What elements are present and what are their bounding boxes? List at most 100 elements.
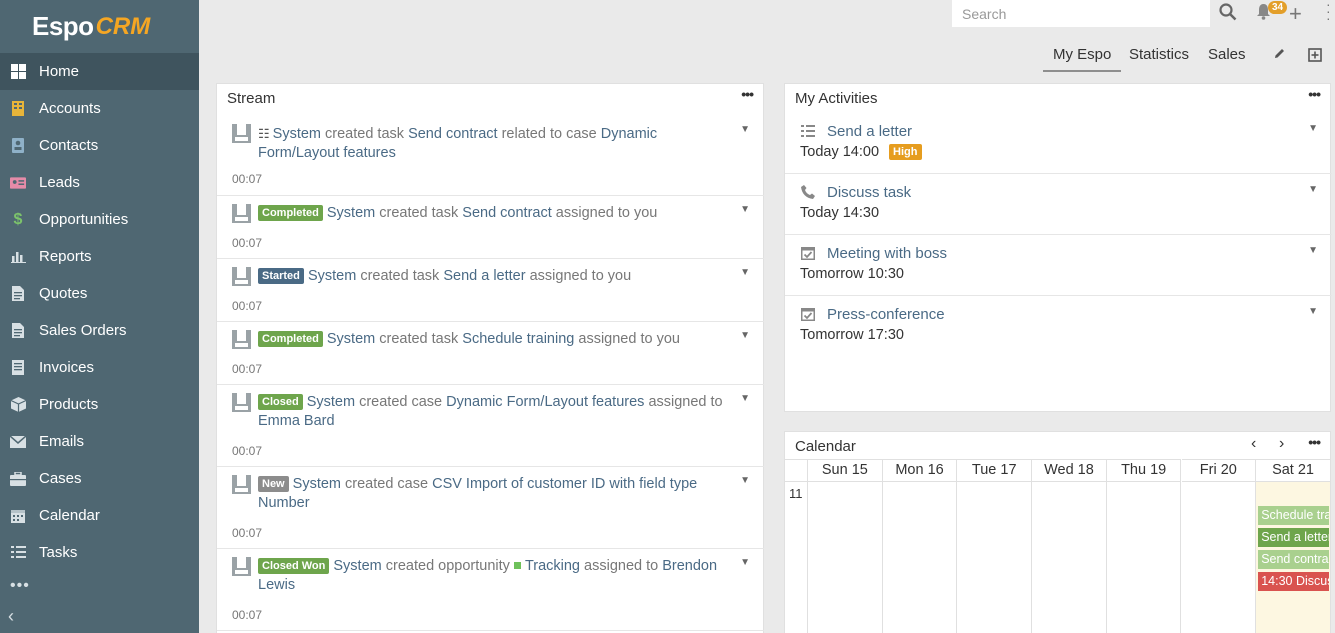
sidebar-item-accounts[interactable]: Accounts [0,90,199,127]
actor-link[interactable]: System [333,558,381,574]
relation-text: assigned to [648,394,723,410]
sidebar-item-reports[interactable]: Reports [0,238,199,275]
calendar-event[interactable]: Send contract [1258,550,1329,569]
sidebar-item-tasks[interactable]: Tasks [0,534,199,571]
chevron-down-icon[interactable]: ▼ [740,267,750,278]
calendar-options-icon[interactable]: ••• [1308,434,1321,450]
logo[interactable]: Espo CRM [0,0,199,53]
activity-time-text: Today 14:30 [800,205,880,221]
chevron-down-icon[interactable]: ▼ [1308,245,1318,256]
collapse-sidebar-icon[interactable]: ‹ [8,606,14,627]
avatar[interactable] [232,475,251,494]
target-link[interactable]: Send a letter [443,268,525,284]
calendar-day-column[interactable] [1032,482,1107,633]
sidebar-item-label: Products [39,396,99,413]
sidebar-item-leads[interactable]: Leads [0,164,199,201]
calendar-day-column[interactable] [883,482,958,633]
sidebar-item-quotes[interactable]: Quotes [0,275,199,312]
target-link[interactable]: Tracking [525,558,580,574]
activities-panel: My Activities ••• Send a letter Today 14:… [784,83,1332,412]
target-link[interactable]: Dynamic Form/Layout features [446,394,644,410]
activity-link[interactable]: Send a letter [827,123,912,140]
edit-dashboard-icon[interactable] [1273,47,1286,63]
avatar[interactable] [232,393,251,412]
chevron-down-icon[interactable]: ▼ [740,124,750,135]
action-text: created task [379,331,459,347]
search-icon[interactable] [1219,3,1237,26]
calendar-event[interactable]: 14:30 Discuss task [1258,572,1329,591]
activity-item: Press-conference Tomorrow 17:30 ▼ [785,296,1332,357]
calendar-day-column[interactable] [1182,482,1257,633]
tab-statistics[interactable]: Statistics [1129,46,1189,72]
sidebar-item-contacts[interactable]: Contacts [0,127,199,164]
chevron-down-icon[interactable]: ▼ [740,393,750,404]
actor-link[interactable]: System [307,394,355,410]
activity-link[interactable]: Press-conference [827,306,945,323]
contact-icon [10,138,26,154]
calendar-next-icon[interactable]: › [1279,435,1284,453]
relation-text: assigned to you [529,268,632,284]
chevron-down-icon[interactable]: ▼ [1308,306,1318,317]
sidebar-item-label: Accounts [39,100,101,117]
sidebar-item-label: Quotes [39,285,88,302]
sidebar-item-opportunities[interactable]: $ Opportunities [0,201,199,238]
target-link[interactable]: Send contract [462,205,551,221]
calendar-title: Calendar [795,438,856,455]
calendar-day-column[interactable] [957,482,1033,633]
calendar-event[interactable]: Schedule training [1258,506,1329,525]
stream-item-text: Closed System created case Dynamic Form/… [258,393,728,431]
timestamp: 00:07 [232,236,263,250]
sidebar-item-products[interactable]: Products [0,386,199,423]
activity-link[interactable]: Meeting with boss [827,245,947,262]
chevron-down-icon[interactable]: ▼ [740,204,750,215]
chevron-down-icon[interactable]: ▼ [1308,184,1318,195]
sidebar-item-home[interactable]: Home [0,53,199,90]
relation-text: related to case [501,126,597,142]
related-link[interactable]: Emma Bard [258,413,335,429]
tab-my-espo[interactable]: My Espo [1043,46,1122,72]
stream-item-text: Closed Won System created opportunity Tr… [258,557,728,595]
target-link[interactable]: Schedule training [462,331,574,347]
menu-dots-icon[interactable]: · · · [1326,0,1331,25]
priority-badge: High [889,144,922,160]
avatar[interactable] [232,204,251,223]
add-dashlet-icon[interactable] [1308,46,1322,67]
tab-sales[interactable]: Sales [1208,46,1246,72]
chevron-down-icon[interactable]: ▼ [740,557,750,568]
calendar-prev-icon[interactable]: ‹ [1251,435,1256,453]
actor-link[interactable]: System [308,268,356,284]
stream-item-text: Completed System created task Schedule t… [258,330,728,349]
avatar[interactable] [232,124,251,143]
sidebar-item-calendar[interactable]: Calendar [0,497,199,534]
calendar-day-column[interactable] [1107,482,1182,633]
activities-options-icon[interactable]: ••• [1308,86,1321,102]
activity-link[interactable]: Discuss task [827,184,911,201]
sidebar-item-invoices[interactable]: Invoices [0,349,199,386]
actor-link[interactable]: System [327,331,375,347]
calendar-day-column[interactable] [808,482,883,633]
sidebar-item-sales-orders[interactable]: Sales Orders [0,312,199,349]
sidebar-item-cases[interactable]: Cases [0,460,199,497]
chevron-down-icon[interactable]: ▼ [740,330,750,341]
stream-options-icon[interactable]: ••• [741,86,754,102]
actor-link[interactable]: System [293,476,341,492]
activity-item: Meeting with boss Tomorrow 10:30 ▼ [785,235,1332,296]
avatar[interactable] [232,330,251,349]
avatar[interactable] [232,267,251,286]
plus-icon[interactable]: + [1289,1,1302,27]
actor-link[interactable]: System [327,205,375,221]
calendar-day-header: Sat 21 [1256,459,1331,482]
search-input[interactable] [952,0,1210,27]
chevron-down-icon[interactable]: ▼ [1308,123,1318,134]
calendar-day-header: Wed 18 [1032,459,1107,482]
sidebar-item-label: Cases [39,470,82,487]
timestamp: 00:07 [232,362,263,376]
sidebar-item-emails[interactable]: Emails [0,423,199,460]
actor-link[interactable]: System [273,126,321,142]
chevron-down-icon[interactable]: ▼ [740,475,750,486]
target-link[interactable]: Send contract [408,126,497,142]
more-menu-button[interactable]: ••• [0,571,199,601]
calendar-event[interactable]: Send a letter [1258,528,1329,547]
avatar[interactable] [232,557,251,576]
timestamp: 00:07 [232,608,263,622]
